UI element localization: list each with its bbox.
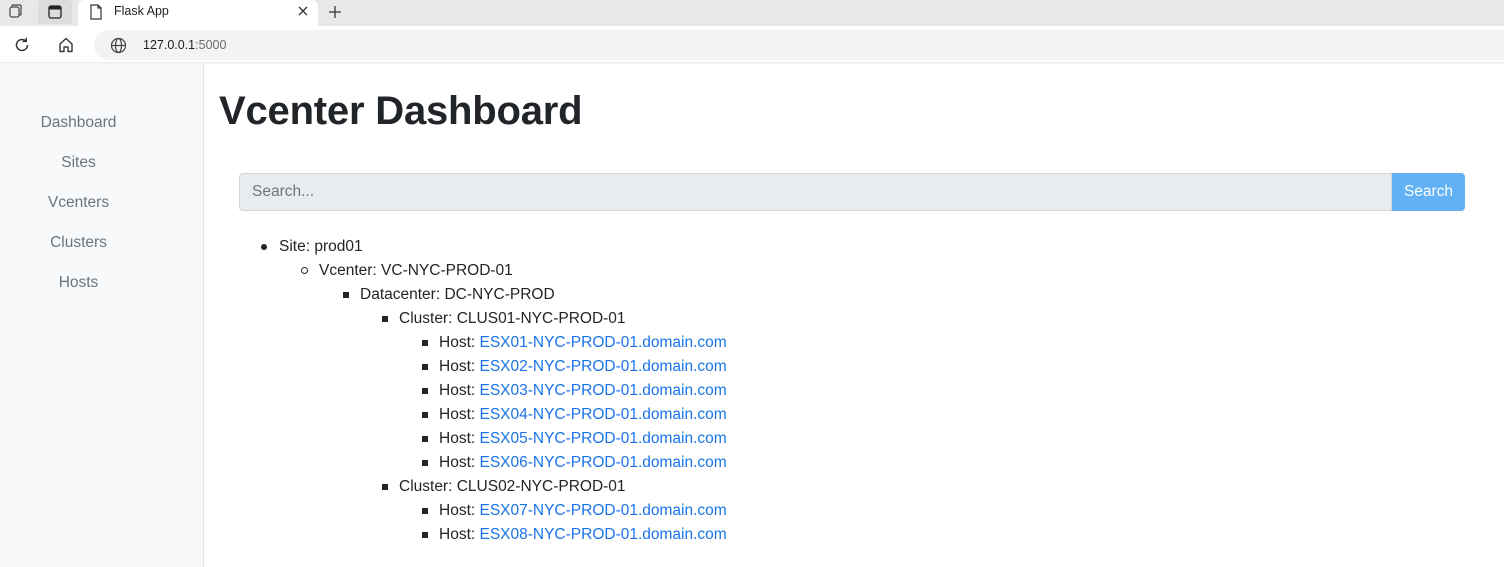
tab-flask-app[interactable]: Flask App (78, 0, 318, 27)
url-host: 127.0.0.1 (143, 38, 196, 52)
host-link[interactable]: ESX08-NYC-PROD-01.domain.com (479, 526, 726, 543)
host-prefix: Host: (439, 406, 480, 423)
sidebar-item-hosts[interactable]: Hosts (0, 274, 157, 292)
bullet-square (422, 364, 428, 370)
tab-title: Flask App (114, 4, 169, 18)
tree-host: Host: ESX05-NYC-PROD-01.domain.com (439, 429, 727, 449)
bullet-circle (301, 267, 308, 274)
sidebar-item-clusters[interactable]: Clusters (0, 234, 157, 252)
tree-host: Host: ESX01-NYC-PROD-01.domain.com (439, 333, 727, 353)
url-port: :5000 (195, 38, 227, 52)
bullet-square (422, 388, 428, 394)
address-bar[interactable]: 127.0.0.1:5000 (94, 30, 1504, 60)
tree-vcenter: Vcenter: VC-NYC-PROD-01 (319, 261, 513, 281)
host-link[interactable]: ESX03-NYC-PROD-01.domain.com (479, 382, 726, 399)
bullet-square (422, 340, 428, 346)
bullet-square (422, 508, 428, 514)
tree-host: Host: ESX08-NYC-PROD-01.domain.com (439, 525, 727, 545)
browser-tab-strip: Flask App (0, 0, 1504, 27)
tree-site: Site: prod01 (279, 237, 363, 257)
cluster-prefix: Cluster: (399, 478, 457, 495)
tree-cluster: Cluster: CLUS02-NYC-PROD-01 (399, 477, 626, 497)
host-link[interactable]: ESX01-NYC-PROD-01.domain.com (479, 334, 726, 351)
bullet-square (422, 436, 428, 442)
tree-datacenter: Datacenter: DC-NYC-PROD (360, 285, 555, 305)
home-icon[interactable] (53, 33, 79, 57)
site-name: prod01 (314, 238, 363, 255)
globe-icon (110, 37, 127, 59)
tree-host: Host: ESX06-NYC-PROD-01.domain.com (439, 453, 727, 473)
host-prefix: Host: (439, 382, 480, 399)
site-prefix: Site: (279, 238, 315, 255)
host-prefix: Host: (439, 502, 480, 519)
url-text: 127.0.0.1:5000 (143, 38, 226, 52)
host-link[interactable]: ESX04-NYC-PROD-01.domain.com (479, 406, 726, 423)
tree-host: Host: ESX04-NYC-PROD-01.domain.com (439, 405, 727, 425)
sidebar-item-sites[interactable]: Sites (0, 154, 157, 172)
cluster-name: CLUS01-NYC-PROD-01 (456, 310, 626, 327)
tab-actions-icon[interactable] (38, 0, 72, 24)
sidebar-item-dashboard[interactable]: Dashboard (0, 114, 157, 132)
host-prefix: Host: (439, 454, 480, 471)
tree-host: Host: ESX02-NYC-PROD-01.domain.com (439, 357, 727, 377)
bullet-square (422, 460, 428, 466)
bullet-square (382, 484, 388, 490)
bullet-square (422, 412, 428, 418)
host-prefix: Host: (439, 358, 480, 375)
search-input[interactable] (239, 173, 1392, 211)
bullet-square (382, 316, 388, 322)
page-title: Vcenter Dashboard (219, 89, 583, 133)
workspaces-icon[interactable] (0, 0, 30, 24)
vcenter-name: VC-NYC-PROD-01 (381, 262, 513, 279)
tree-host: Host: ESX03-NYC-PROD-01.domain.com (439, 381, 727, 401)
tree-cluster: Cluster: CLUS01-NYC-PROD-01 (399, 309, 626, 329)
page-icon (89, 4, 103, 25)
host-prefix: Host: (439, 526, 480, 543)
host-prefix: Host: (439, 334, 480, 351)
browser-toolbar: 127.0.0.1:5000 (0, 26, 1504, 64)
bullet-disc (261, 244, 267, 250)
close-icon[interactable] (296, 4, 310, 23)
host-link[interactable]: ESX05-NYC-PROD-01.domain.com (479, 430, 726, 447)
vcenter-prefix: Vcenter: (319, 262, 382, 279)
sidebar-item-vcenters[interactable]: Vcenters (0, 194, 157, 212)
host-link[interactable]: ESX02-NYC-PROD-01.domain.com (479, 358, 726, 375)
datacenter-prefix: Datacenter: (360, 286, 445, 303)
search-button[interactable]: Search (1392, 173, 1465, 211)
tree-host: Host: ESX07-NYC-PROD-01.domain.com (439, 501, 727, 521)
sidebar: Dashboard Sites Vcenters Clusters Hosts (0, 64, 204, 567)
host-link[interactable]: ESX07-NYC-PROD-01.domain.com (479, 502, 726, 519)
cluster-prefix: Cluster: (399, 310, 457, 327)
host-prefix: Host: (439, 430, 480, 447)
new-tab-icon[interactable] (322, 1, 348, 23)
bullet-square (422, 532, 428, 538)
cluster-name: CLUS02-NYC-PROD-01 (456, 478, 626, 495)
datacenter-name: DC-NYC-PROD (444, 286, 555, 303)
host-link[interactable]: ESX06-NYC-PROD-01.domain.com (479, 454, 726, 471)
toolbar-divider (0, 62, 1504, 65)
bullet-square (343, 292, 349, 298)
reload-icon[interactable] (9, 33, 35, 57)
